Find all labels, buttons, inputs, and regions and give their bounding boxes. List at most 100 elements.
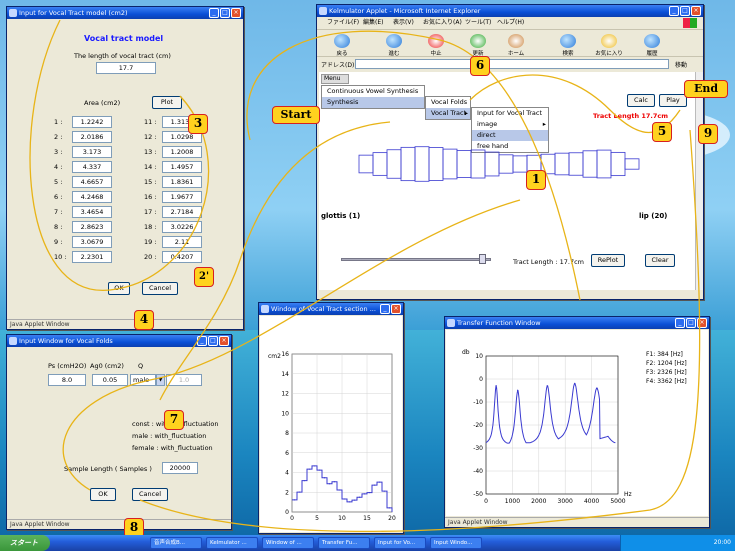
q-input[interactable]: 1.0 (166, 374, 202, 386)
area-index-label: 6 : (54, 193, 63, 201)
menu-view[interactable]: 表示(V) (393, 18, 414, 28)
menu-favorites[interactable]: お気に入り(A) (423, 18, 462, 28)
vocal-tract-title-bar[interactable]: Input for Vocal Tract model (cm2) _ □ × (7, 7, 243, 19)
area-data-point (353, 499, 356, 501)
minimize-icon[interactable]: _ (675, 318, 685, 328)
taskbar-item[interactable]: Window of ... (262, 537, 314, 549)
area-input[interactable]: 2.8623 (72, 221, 112, 233)
home-button[interactable]: ホーム (503, 34, 529, 57)
cancel-button[interactable]: Cancel (142, 282, 178, 295)
menu-button[interactable]: Menu (321, 74, 349, 84)
start-button[interactable]: スタート (0, 535, 50, 551)
search-button[interactable]: 検索 (557, 34, 579, 57)
close-icon[interactable]: × (231, 8, 241, 18)
vf-cancel-button[interactable]: Cancel (132, 488, 168, 501)
ie-scrollbar[interactable] (695, 72, 703, 290)
synthesis-submenu: Vocal Folds Vocal Tract ▸ (425, 96, 471, 120)
submenu-vocal-folds[interactable]: Vocal Folds (426, 97, 470, 108)
forward-button[interactable]: 進む (383, 34, 405, 57)
area-input[interactable]: 2.11 (162, 236, 202, 248)
taskbar-item[interactable]: Transfer Fu... (318, 537, 370, 549)
area-input[interactable]: 3.0226 (162, 221, 202, 233)
go-button[interactable]: 移動 (675, 60, 687, 69)
stop-button[interactable]: 中止 (425, 34, 447, 57)
chevron-down-icon[interactable]: ▼ (156, 374, 165, 386)
minimize-icon[interactable]: _ (380, 304, 390, 314)
sample-length-input[interactable]: 20000 (162, 462, 198, 474)
area-input[interactable]: 1.4957 (162, 161, 202, 173)
area-input[interactable]: 4.2468 (72, 191, 112, 203)
area-data-point (363, 493, 366, 495)
play-button[interactable]: Play (659, 94, 687, 107)
formant-list: F1: 384 [Hz] F2: 1204 [Hz] F3: 2326 [Hz]… (646, 350, 687, 386)
submenu-vocal-tract[interactable]: Vocal Tract ▸ (426, 108, 470, 119)
favorites-button[interactable]: お気に入り (593, 34, 625, 57)
maximize-icon[interactable]: □ (680, 6, 690, 16)
menu-item-synthesis[interactable]: Synthesis (322, 97, 424, 108)
area-client: 0 2 4 6 8 10 12 14 16 0 5 10 15 20 cm2 (260, 316, 402, 532)
favorites-star-icon (601, 34, 617, 48)
vf-ok-button[interactable]: OK (90, 488, 116, 501)
area-input[interactable]: 0.4207 (162, 251, 202, 263)
tract-length-slider[interactable] (341, 258, 491, 261)
ps-input[interactable]: 8.0 (48, 374, 86, 386)
maximize-icon[interactable]: □ (686, 318, 696, 328)
menu-item-continuous[interactable]: Continuous Vowel Synthesis (322, 86, 424, 97)
minimize-icon[interactable]: _ (209, 8, 219, 18)
close-icon[interactable]: × (219, 336, 229, 346)
maximize-icon[interactable]: □ (208, 336, 218, 346)
menu-tools[interactable]: ツール(T) (465, 18, 491, 28)
taskbar-item[interactable]: 音声合成B... (150, 537, 202, 549)
area-data-point (293, 499, 296, 501)
area-title-bar[interactable]: Window of Vocal Tract section ... _ × (259, 303, 403, 315)
area-input[interactable]: 3.0679 (72, 236, 112, 248)
transfer-title-bar[interactable]: Transfer Function Window _ □ × (445, 317, 709, 329)
maximize-icon[interactable]: □ (220, 8, 230, 18)
ag0-input[interactable]: 0.05 (92, 374, 128, 386)
callout-9: 9 (698, 124, 718, 144)
area-input[interactable]: 4.6657 (72, 176, 112, 188)
area-input[interactable]: 1.8361 (162, 176, 202, 188)
clear-button[interactable]: Clear (645, 254, 675, 267)
area-input[interactable]: 2.2301 (72, 251, 112, 263)
history-button[interactable]: 履歴 (641, 34, 663, 57)
submenu-input-vocal-tract[interactable]: Input for Vocal Tract (472, 108, 548, 119)
area-input[interactable]: 3.4654 (72, 206, 112, 218)
minimize-icon[interactable]: _ (197, 336, 207, 346)
vocal-folds-client: Ps (cmH2O) Ag0 (cm2) Q 8.0 0.05 male ▼ 1… (8, 348, 230, 519)
length-input[interactable]: 17.7 (96, 62, 156, 74)
back-button[interactable]: 戻る (331, 34, 353, 57)
area-input[interactable]: 2.0186 (72, 131, 112, 143)
ie-title-bar[interactable]: Kelmulator Applet - Microsoft Internet E… (317, 5, 703, 17)
area-input[interactable]: 1.9677 (162, 191, 202, 203)
plot-button[interactable]: Plot (152, 96, 182, 109)
taskbar-item[interactable]: Input for Vo... (374, 537, 426, 549)
area-input[interactable]: 2.7184 (162, 206, 202, 218)
y-axis-label: cm2 (268, 353, 281, 360)
area-input[interactable]: 3.173 (72, 146, 112, 158)
menu-help[interactable]: ヘルプ(H) (497, 18, 524, 28)
minimize-icon[interactable]: _ (669, 6, 679, 16)
area-data-point (343, 498, 346, 500)
area-input[interactable]: 1.2242 (72, 116, 112, 128)
menu-edit[interactable]: 編集(E) (363, 18, 383, 28)
close-icon[interactable]: × (697, 318, 707, 328)
replot-button[interactable]: RePlot (591, 254, 625, 267)
taskbar-item[interactable]: Input Windo... (430, 537, 482, 549)
ok-button[interactable]: OK (108, 282, 130, 295)
address-input[interactable] (355, 59, 669, 69)
note-female: female : with_fluctuation (132, 444, 213, 452)
menu-file[interactable]: ファイル(F) (327, 18, 359, 28)
area-input[interactable]: 1.2008 (162, 146, 202, 158)
ie-address-bar: アドレス(D) 移動 (317, 58, 703, 70)
slider-thumb[interactable] (479, 254, 486, 264)
area-input[interactable]: 4.337 (72, 161, 112, 173)
close-icon[interactable]: × (691, 6, 701, 16)
close-icon[interactable]: × (391, 304, 401, 314)
refresh-button[interactable]: 更新 (467, 34, 489, 57)
taskbar-item[interactable]: Kelmulator ... (206, 537, 258, 549)
q-select[interactable]: male (130, 374, 156, 386)
calc-button[interactable]: Calc (627, 94, 655, 107)
vocal-folds-title-bar[interactable]: Input Window for Vocal Folds _ □ × (7, 335, 231, 347)
area-index-label: 12 : (144, 133, 157, 141)
